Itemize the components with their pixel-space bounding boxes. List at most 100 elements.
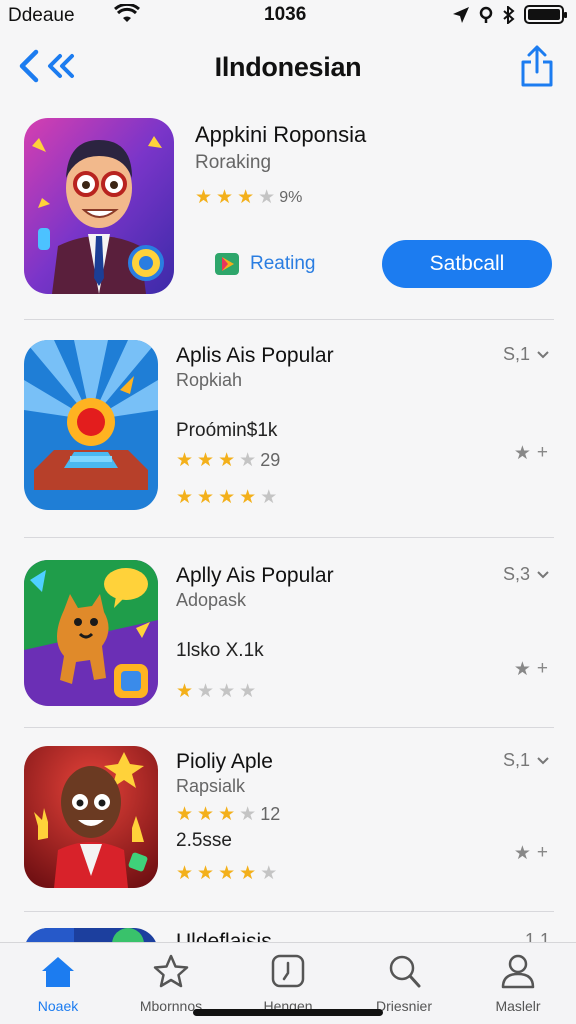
featured-app-card[interactable]: Appkini Roponsia Roraking ★ ★ ★ ★ 9% Rea…	[0, 114, 576, 314]
divider	[24, 319, 554, 320]
rate-controls[interactable]: ★ +	[514, 658, 548, 681]
list-item[interactable]: Aplly Ais Popular Adopask 1lsko X.1k ★ ★…	[0, 560, 576, 710]
star-icon: ★	[176, 487, 194, 508]
star-icon: ★	[197, 863, 215, 884]
app-version-label: S,1	[502, 750, 530, 770]
featured-rating-text: 9%	[279, 188, 303, 206]
star-icon: ★	[176, 804, 194, 825]
list-item[interactable]: Pioliy Aple Rapsialk ★ ★ ★ ★ 12 2.5sse ★…	[0, 746, 576, 896]
tab-label: Maslelr	[495, 998, 541, 1014]
app-name: Aplly Ais Popular	[176, 564, 334, 587]
plus-icon[interactable]: +	[537, 442, 548, 465]
star-icon: ★	[239, 804, 257, 825]
chevron-down-icon	[537, 756, 549, 764]
star-icon[interactable]: ★	[514, 658, 531, 681]
star-icon: ★	[260, 863, 278, 884]
app-rating-text: 12	[260, 804, 281, 824]
app-version[interactable]: S,1	[503, 750, 550, 771]
star-icon[interactable]: ★	[514, 842, 531, 865]
app-subtitle: Adopask	[176, 590, 247, 610]
star-icon: ★	[218, 681, 236, 702]
tab-bar: Noaek Mbornnos Hengen Driesnier Maslelr	[0, 942, 576, 1024]
plus-icon[interactable]: +	[537, 658, 548, 681]
tab-updates[interactable]: Hengen	[238, 953, 338, 1014]
store-link[interactable]: Reating	[214, 252, 316, 276]
star-icon: ★	[218, 804, 236, 825]
star-icon: ★	[176, 450, 194, 471]
featured-app-title: Appkini Roponsia	[195, 122, 367, 147]
star-icon: ★	[197, 681, 215, 702]
app-rating-text: 29	[260, 450, 281, 470]
star-icon[interactable]: ★	[514, 442, 531, 465]
home-indicator	[193, 1009, 383, 1016]
star-icon: ★	[218, 450, 236, 471]
app-version[interactable]: S,1	[503, 344, 550, 365]
app-subtitle: Ropkiah	[176, 370, 243, 390]
chevron-down-icon	[537, 570, 549, 578]
app-rating-bottom: ★ ★ ★ ★ ★	[176, 488, 277, 507]
location-icon	[453, 6, 469, 23]
app-version[interactable]: S,3	[503, 564, 550, 585]
app-downloads: 1lsko X.1k	[176, 640, 264, 661]
app-subtitle: Rapsialk	[176, 776, 246, 796]
tab-label: Noaek	[37, 998, 79, 1014]
star-icon: ★	[216, 187, 234, 208]
store-logo-icon	[215, 253, 239, 275]
star-icon: ★	[197, 450, 215, 471]
tab-home[interactable]: Noaek	[8, 953, 108, 1014]
featured-app-icon[interactable]	[24, 118, 174, 294]
star-icon: ★	[197, 487, 215, 508]
app-icon[interactable]	[24, 340, 158, 510]
wifi-icon	[114, 4, 140, 22]
battery-icon	[524, 5, 567, 24]
rate-controls[interactable]: ★ +	[514, 442, 548, 465]
app-name: Aplis Ais Popular	[176, 344, 334, 367]
chevron-down-icon	[537, 350, 549, 358]
status-time: 1036	[264, 4, 307, 25]
tab-search[interactable]: Driesnier	[354, 953, 454, 1014]
star-icon: ★	[239, 487, 257, 508]
install-button[interactable]: Satbcall	[382, 240, 552, 288]
divider	[24, 727, 554, 728]
app-icon[interactable]	[24, 746, 158, 888]
share-icon[interactable]	[520, 44, 554, 88]
app-downloads: 2.5sse	[176, 830, 232, 851]
star-icon: ★	[237, 187, 255, 208]
app-rating-bottom: ★ ★ ★ ★	[176, 682, 256, 701]
tab-featured[interactable]: Mbornnos	[121, 953, 221, 1014]
rate-controls[interactable]: ★ +	[514, 842, 548, 865]
status-icons	[452, 5, 567, 24]
featured-app-subtitle: Roraking	[195, 152, 272, 173]
app-icon[interactable]	[24, 560, 158, 706]
navigation-bar: Ilndonesian	[0, 38, 576, 96]
star-icon: ★	[260, 487, 278, 508]
carrier-label: Ddeaue	[8, 5, 75, 26]
store-link-label: Reating	[250, 253, 316, 274]
star-icon: ★	[239, 450, 257, 471]
clock-icon	[271, 954, 305, 988]
star-icon	[153, 954, 189, 988]
star-icon: ★	[239, 681, 257, 702]
app-rating: ★ ★ ★ ★ 12	[176, 804, 280, 825]
star-icon: ★	[218, 863, 236, 884]
app-name: Pioliy Aple	[176, 750, 273, 773]
star-icon: ★	[258, 187, 276, 208]
search-icon	[389, 955, 421, 988]
list-item[interactable]: Aplis Ais Popular Ropkiah Proómin$1k ★ ★…	[0, 340, 576, 520]
signal-icon	[479, 6, 493, 23]
app-downloads: Proómin$1k	[176, 420, 278, 441]
status-bar: Ddeaue 1036	[0, 0, 576, 34]
star-icon: ★	[197, 804, 215, 825]
featured-rating: ★ ★ ★ ★ 9%	[195, 188, 302, 207]
tab-profile[interactable]: Maslelr	[468, 953, 568, 1014]
app-version-label: S,3	[502, 564, 530, 584]
plus-icon[interactable]: +	[537, 842, 548, 865]
page-title: Ilndonesian	[214, 52, 362, 82]
star-icon: ★	[176, 863, 194, 884]
app-rating-bottom: ★ ★ ★ ★ ★	[176, 864, 277, 883]
star-icon: ★	[218, 487, 236, 508]
divider	[24, 911, 554, 912]
star-icon: ★	[176, 681, 194, 702]
star-icon: ★	[239, 863, 257, 884]
app-version-label: S,1	[502, 344, 530, 364]
